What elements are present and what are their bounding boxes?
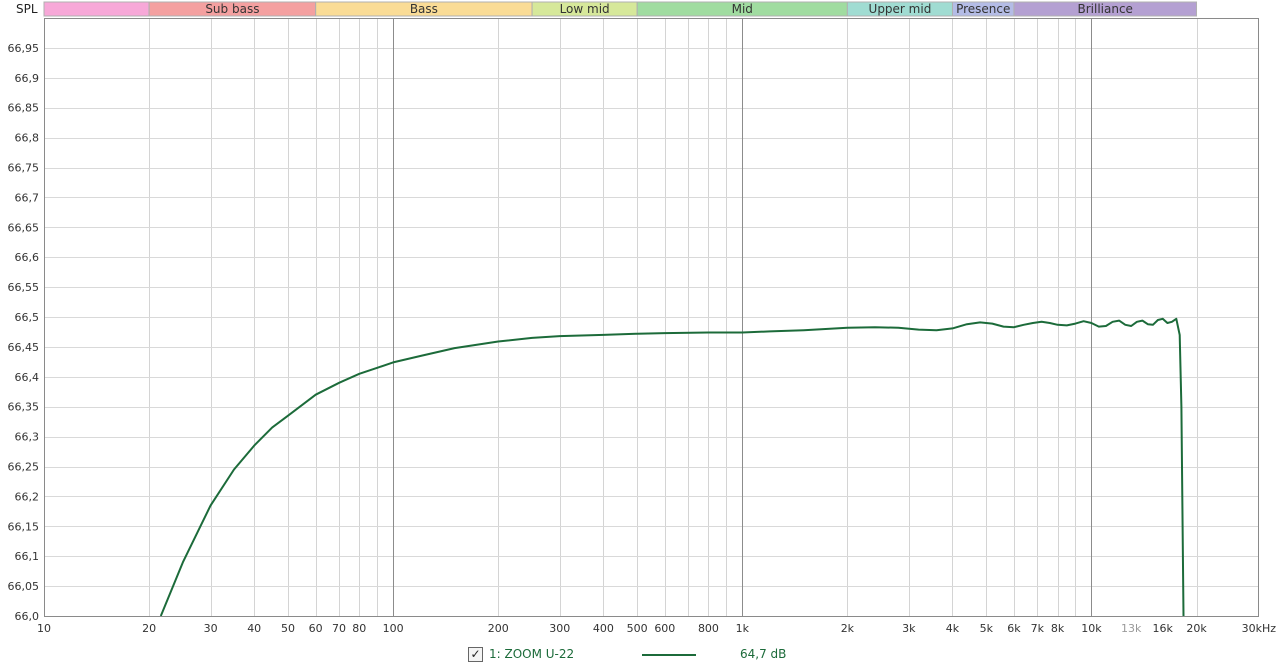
legend: ✓ 1: ZOOM U-22 64,7 dB: [0, 644, 1280, 666]
band-segment: [43, 1, 150, 17]
legend-series-label: 1: ZOOM U-22: [489, 647, 575, 661]
y-tick-label: 66,05: [8, 580, 40, 593]
x-tick-label: 20: [142, 622, 156, 635]
x-tick-label: 20k: [1186, 622, 1207, 635]
x-tick-label: 1k: [736, 622, 750, 635]
x-tick-label: 2k: [841, 622, 855, 635]
x-tick-label: 3k: [902, 622, 916, 635]
x-tick-label: 30kHz: [1242, 622, 1277, 635]
x-tick-label: 80: [352, 622, 366, 635]
x-tick-label: 10k: [1081, 622, 1102, 635]
x-tick-label: 100: [383, 622, 404, 635]
legend-level-value: 64,7 dB: [740, 647, 787, 661]
y-tick-label: 66,7: [15, 191, 40, 204]
y-axis-tick-labels: 66,0 66,05 66,1 66,15 66,2 66,25 66,3 66,35 66,4…: [8, 42, 40, 623]
minor-grid: [44, 18, 1258, 617]
x-tick-label: 500: [627, 622, 648, 635]
band-label: Presence: [956, 2, 1010, 16]
frequency-band-bar: Sub bass Bass Low mid Mid Upper mid Presence B…: [43, 1, 1198, 17]
y-tick-label: 66,3: [15, 431, 40, 444]
x-tick-label: 6k: [1007, 622, 1021, 635]
band-label: Bass: [410, 2, 438, 16]
x-tick-label: 40: [247, 622, 261, 635]
x-axis-tick-labels: 10 20 30 40 50 60 70 80 100 200 300 400 500 600 800 1k 2…: [37, 622, 1276, 635]
y-tick-label: 66,65: [8, 221, 40, 234]
x-tick-label: 50: [281, 622, 295, 635]
x-tick-label: 400: [593, 622, 614, 635]
y-tick-label: 66,8: [15, 132, 40, 145]
x-tick-label: 8k: [1051, 622, 1065, 635]
x-tick-label: 10: [37, 622, 51, 635]
y-tick-label: 66,35: [8, 401, 40, 414]
y-tick-label: 66,75: [8, 162, 40, 175]
series-visibility-checkbox[interactable]: ✓: [468, 647, 483, 662]
y-tick-label: 66,4: [15, 371, 40, 384]
y-tick-label: 66,9: [15, 72, 40, 85]
x-tick-label: 200: [488, 622, 509, 635]
y-tick-label: 66,45: [8, 341, 40, 354]
x-tick-label: 5k: [980, 622, 994, 635]
y-tick-label: 66,2: [15, 490, 40, 503]
legend-line-swatch: [642, 654, 696, 656]
x-tick-label: 16k: [1152, 622, 1173, 635]
x-tick-label: 60: [309, 622, 323, 635]
frequency-response-chart: Sub bass Bass Low mid Mid Upper mid Presence B…: [8, 1, 1276, 635]
y-tick-label: 66,5: [15, 311, 40, 324]
x-tick-label: 4k: [946, 622, 960, 635]
x-tick-label: 70: [332, 622, 346, 635]
x-tick-label: 7k: [1031, 622, 1045, 635]
y-tick-label: 66,1: [15, 550, 40, 563]
band-label: Mid: [732, 2, 753, 16]
y-tick-label: 66,0: [15, 610, 40, 623]
x-tick-label: 300: [549, 622, 570, 635]
y-axis-label: SPL: [16, 2, 38, 16]
x-tick-label: 30: [204, 622, 218, 635]
x-tick-label: 600: [654, 622, 675, 635]
y-tick-label: 66,55: [8, 281, 40, 294]
band-label: Upper mid: [869, 2, 932, 16]
y-tick-label: 66,15: [8, 520, 40, 533]
x-tick-label: 800: [698, 622, 719, 635]
y-tick-label: 66,85: [8, 102, 40, 115]
x-tick-label: 13k: [1121, 622, 1142, 635]
y-tick-label: 66,95: [8, 42, 40, 55]
y-tick-label: 66,6: [15, 251, 40, 264]
band-label: Low mid: [560, 2, 610, 16]
band-label: Sub bass: [205, 2, 259, 16]
y-tick-label: 66,25: [8, 461, 40, 474]
band-label: Brilliance: [1078, 2, 1133, 16]
